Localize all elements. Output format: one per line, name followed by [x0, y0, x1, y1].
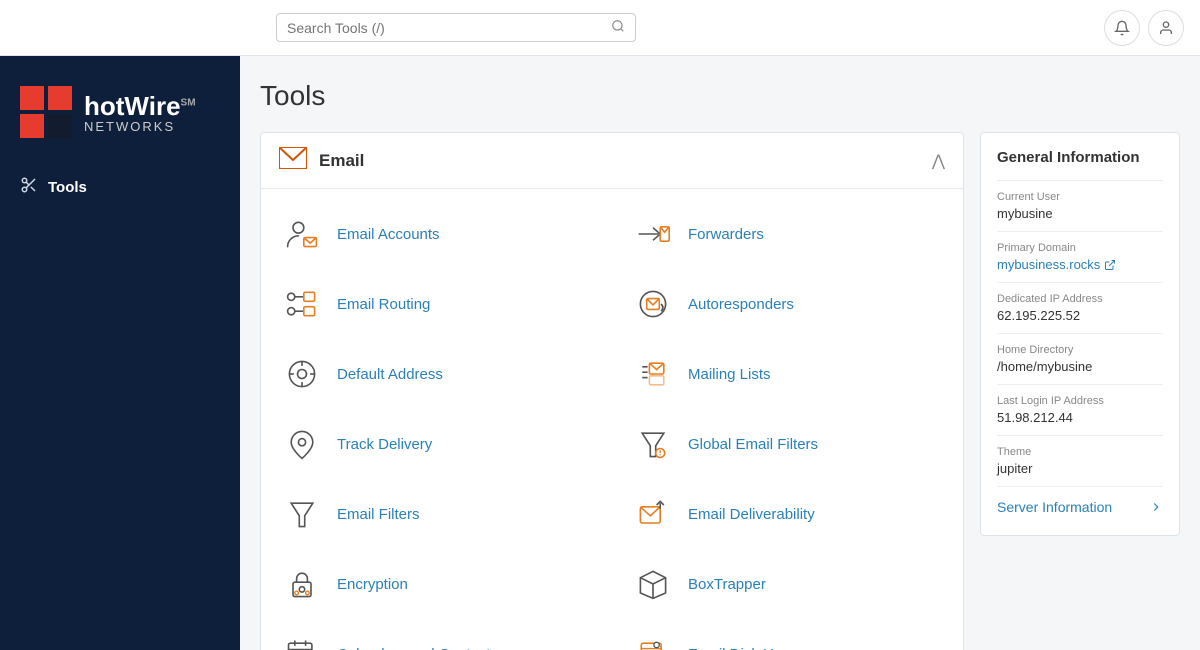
primary-domain-label: Primary Domain — [997, 242, 1163, 254]
general-info-title: General Information — [997, 149, 1163, 166]
calendars-contacts-label: Calendars and Contacts — [337, 646, 498, 650]
sidebar: hotWireSM NETWORKS Tools — [0, 56, 240, 650]
mailing-lists-label: Mailing Lists — [688, 366, 771, 383]
calendars-contacts-icon: @ — [281, 633, 323, 650]
scissors-icon — [20, 176, 38, 199]
email-filters-label: Email Filters — [337, 506, 420, 523]
dedicated-ip-value: 62.195.225.52 — [997, 308, 1163, 323]
mailing-lists-icon — [632, 353, 674, 395]
topbar — [0, 0, 1200, 56]
autoresponders-label: Autoresponders — [688, 296, 794, 313]
tool-email-routing[interactable]: Email Routing — [261, 269, 612, 339]
email-deliverability-label: Email Deliverability — [688, 506, 815, 523]
user-button[interactable] — [1148, 10, 1184, 46]
sidebar-item-tools[interactable]: Tools — [0, 164, 240, 211]
theme-value: jupiter — [997, 461, 1163, 476]
encryption-label: Encryption — [337, 576, 408, 593]
topbar-actions — [1104, 10, 1184, 46]
email-disk-usage-icon — [632, 633, 674, 650]
page-title: Tools — [260, 80, 1180, 112]
email-filters-icon — [281, 493, 323, 535]
theme-label: Theme — [997, 446, 1163, 458]
panel-header-left: Email — [279, 147, 364, 174]
tool-email-accounts[interactable]: Email Accounts — [261, 199, 612, 269]
logo-icon — [20, 86, 74, 140]
app-layout: hotWireSM NETWORKS Tools Tools — [0, 0, 1200, 650]
search-container — [276, 13, 636, 42]
external-link-icon — [1104, 259, 1116, 271]
chevron-right-icon — [1149, 500, 1163, 514]
last-login-row: Last Login IP Address 51.98.212.44 — [997, 384, 1163, 435]
sidebar-item-label: Tools — [48, 179, 87, 196]
primary-domain-row: Primary Domain mybusiness.rocks — [997, 231, 1163, 282]
email-accounts-label: Email Accounts — [337, 226, 440, 243]
current-user-value: mybusine — [997, 206, 1163, 221]
email-panel-icon — [279, 147, 307, 174]
tool-calendars-contacts[interactable]: @ Calendars and Contacts — [261, 619, 612, 650]
server-info-link[interactable]: Server Information — [997, 486, 1163, 519]
encryption-icon — [281, 563, 323, 605]
default-address-label: Default Address — [337, 366, 443, 383]
global-email-filters-icon — [632, 423, 674, 465]
content-area: Email ⋀ — [260, 132, 1180, 650]
dedicated-ip-label: Dedicated IP Address — [997, 293, 1163, 305]
default-address-icon — [281, 353, 323, 395]
tool-email-deliverability[interactable]: Email Deliverability — [612, 479, 963, 549]
search-input[interactable] — [287, 20, 607, 36]
current-user-label: Current User — [997, 191, 1163, 203]
track-delivery-label: Track Delivery — [337, 436, 432, 453]
boxtrapper-icon — [632, 563, 674, 605]
email-routing-icon — [281, 283, 323, 325]
tool-mailing-lists[interactable]: Mailing Lists — [612, 339, 963, 409]
info-sidebar: General Information Current User mybusin… — [980, 132, 1180, 650]
theme-row: Theme jupiter — [997, 435, 1163, 486]
track-delivery-icon — [281, 423, 323, 465]
dedicated-ip-row: Dedicated IP Address 62.195.225.52 — [997, 282, 1163, 333]
email-disk-usage-label: Email Disk Usage — [688, 646, 806, 650]
tool-forwarders[interactable]: Forwarders — [612, 199, 963, 269]
forwarders-label: Forwarders — [688, 226, 764, 243]
tool-global-email-filters[interactable]: Global Email Filters — [612, 409, 963, 479]
email-routing-label: Email Routing — [337, 296, 430, 313]
notifications-button[interactable] — [1104, 10, 1140, 46]
tool-email-disk-usage[interactable]: Email Disk Usage — [612, 619, 963, 650]
panel-body: Email Accounts Forwarders — [261, 189, 963, 650]
logo-networks: NETWORKS — [84, 119, 196, 134]
main-content: Tools Email ⋀ — [240, 56, 1200, 650]
collapse-button[interactable]: ⋀ — [932, 151, 945, 171]
email-panel-title: Email — [319, 151, 364, 171]
email-panel: Email ⋀ — [260, 132, 964, 650]
general-info-box: General Information Current User mybusin… — [980, 132, 1180, 536]
home-dir-value: /home/mybusine — [997, 359, 1163, 374]
logo-text: hotWireSM NETWORKS — [84, 93, 196, 134]
tool-default-address[interactable]: Default Address — [261, 339, 612, 409]
boxtrapper-label: BoxTrapper — [688, 576, 766, 593]
home-dir-row: Home Directory /home/mybusine — [997, 333, 1163, 384]
server-info-label: Server Information — [997, 499, 1112, 515]
primary-domain-value[interactable]: mybusiness.rocks — [997, 257, 1163, 272]
panel-header: Email ⋀ — [261, 133, 963, 189]
logo-brand: hotWireSM — [84, 93, 196, 119]
forwarders-icon — [632, 213, 674, 255]
last-login-value: 51.98.212.44 — [997, 410, 1163, 425]
current-user-row: Current User mybusine — [997, 180, 1163, 231]
home-dir-label: Home Directory — [997, 344, 1163, 356]
tool-track-delivery[interactable]: Track Delivery — [261, 409, 612, 479]
email-accounts-icon — [281, 213, 323, 255]
tool-boxtrapper[interactable]: BoxTrapper — [612, 549, 963, 619]
tool-encryption[interactable]: Encryption — [261, 549, 612, 619]
search-icon — [611, 19, 625, 36]
email-deliverability-icon — [632, 493, 674, 535]
last-login-label: Last Login IP Address — [997, 395, 1163, 407]
tool-email-filters[interactable]: Email Filters — [261, 479, 612, 549]
tool-autoresponders[interactable]: Autoresponders — [612, 269, 963, 339]
global-email-filters-label: Global Email Filters — [688, 436, 818, 453]
logo: hotWireSM NETWORKS — [0, 76, 240, 164]
autoresponders-icon — [632, 283, 674, 325]
